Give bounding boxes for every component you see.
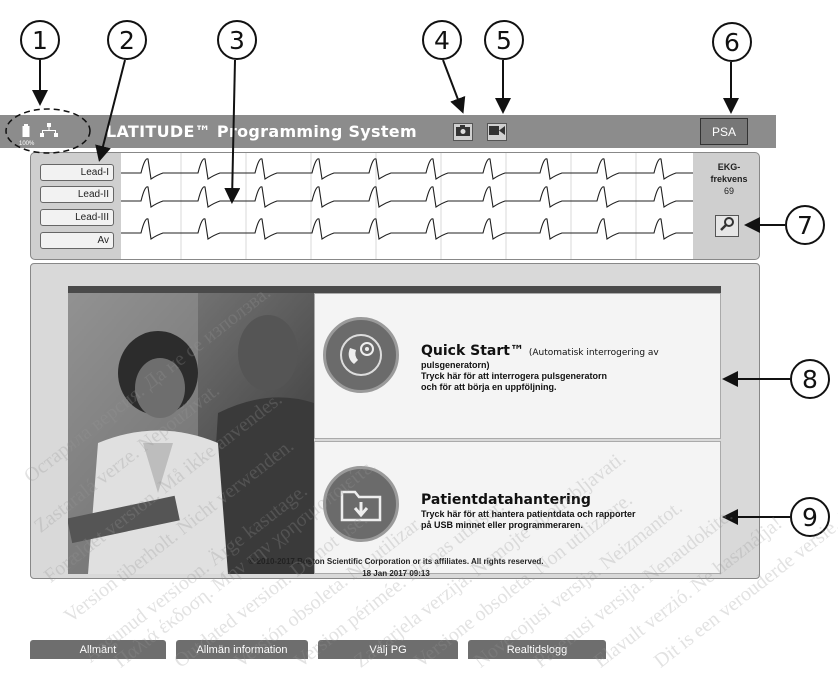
- ecg-rate-label-2: frekvens: [710, 174, 748, 184]
- title-bar: 100% LATITUDE™ Programming System PSA: [0, 115, 776, 148]
- av-button[interactable]: Av: [40, 232, 114, 249]
- status-indicators: 100%: [10, 118, 90, 147]
- main-panel: Quick Start™ (Automatisk interrogering a…: [30, 263, 760, 579]
- ecg-waveform-area: [121, 153, 748, 259]
- folder-icon: [323, 466, 399, 542]
- patient-data-option[interactable]: Patientdatahantering Tryck här för att h…: [314, 441, 721, 574]
- quick-start-title: Quick Start™ (Automatisk interrogering a…: [421, 343, 659, 359]
- quick-start-description: pulsgeneratorn) Tryck här för att interr…: [421, 360, 716, 393]
- copyright-text: © 2010-2017 Boston Scientific Corporatio…: [248, 557, 544, 566]
- callout-2: 2: [107, 20, 147, 60]
- header-strip: [68, 286, 721, 293]
- lead-ii-button[interactable]: Lead-II: [40, 186, 114, 203]
- clinician-patient-photo: [68, 293, 314, 574]
- network-icon: [40, 123, 58, 142]
- camera-icon: [456, 123, 470, 141]
- quick-start-line3: Tryck här för att interrogera pulsgenera…: [421, 371, 608, 381]
- ecg-trace-2: [121, 186, 748, 208]
- quick-start-line2: pulsgeneratorn): [421, 360, 490, 370]
- patient-data-line2: Tryck här för att hantera patientdata oc…: [421, 509, 636, 519]
- quick-start-line4: och för att börja en uppföljning.: [421, 382, 557, 392]
- app-title: LATITUDE™ Programming System: [106, 122, 417, 141]
- magnify-button[interactable]: [715, 215, 739, 237]
- ecg-rate-label-1: EKG-: [717, 162, 741, 172]
- video-icon: [489, 123, 505, 141]
- patient-data-description: Tryck här för att hantera patientdata oc…: [421, 509, 716, 531]
- ecg-waveforms: [121, 153, 748, 259]
- lead-i-button[interactable]: Lead-I: [40, 164, 114, 181]
- ecg-rate-value: 69: [723, 186, 734, 196]
- datetime-text: 18 Jan 2017 09:13: [362, 569, 430, 578]
- lead-iii-button[interactable]: Lead-III: [40, 209, 114, 226]
- quick-start-icon: [323, 317, 399, 393]
- patient-data-line3: på USB minnet eller programmeraren.: [421, 520, 584, 530]
- screenshot-button[interactable]: [453, 123, 473, 141]
- ecg-rate: EKG- frekvens 69: [701, 161, 757, 197]
- tab-general-information[interactable]: Allmän information: [176, 640, 308, 659]
- callout-7: 7: [785, 205, 825, 245]
- patient-data-title: Patientdatahantering: [421, 492, 591, 508]
- tab-select-pg[interactable]: Välj PG: [318, 640, 458, 659]
- callout-9: 9: [790, 497, 830, 537]
- tab-general[interactable]: Allmänt: [30, 640, 166, 659]
- callout-3: 3: [217, 20, 257, 60]
- callout-6: 6: [712, 22, 752, 62]
- tab-realtime-log[interactable]: Realtidslogg: [468, 640, 606, 659]
- ecg-trace-1: [121, 158, 748, 180]
- callout-4: 4: [422, 20, 462, 60]
- quick-start-option[interactable]: Quick Start™ (Automatisk interrogering a…: [314, 293, 721, 439]
- ecg-panel: Lead-I Lead-II Lead-III Av EKG- frekvens…: [30, 152, 760, 260]
- ecg-trace-3: [121, 218, 748, 240]
- callout-1: 1: [20, 20, 60, 60]
- callout-5: 5: [484, 20, 524, 60]
- quick-start-title-text: Quick Start™: [421, 343, 524, 359]
- psa-button[interactable]: PSA: [700, 118, 748, 145]
- callout-8: 8: [790, 359, 830, 399]
- battery-percent: 100%: [19, 141, 35, 147]
- quick-start-title-suffix: (Automatisk interrogering av: [528, 348, 659, 358]
- record-button[interactable]: [487, 123, 507, 141]
- magnify-icon: [719, 216, 735, 237]
